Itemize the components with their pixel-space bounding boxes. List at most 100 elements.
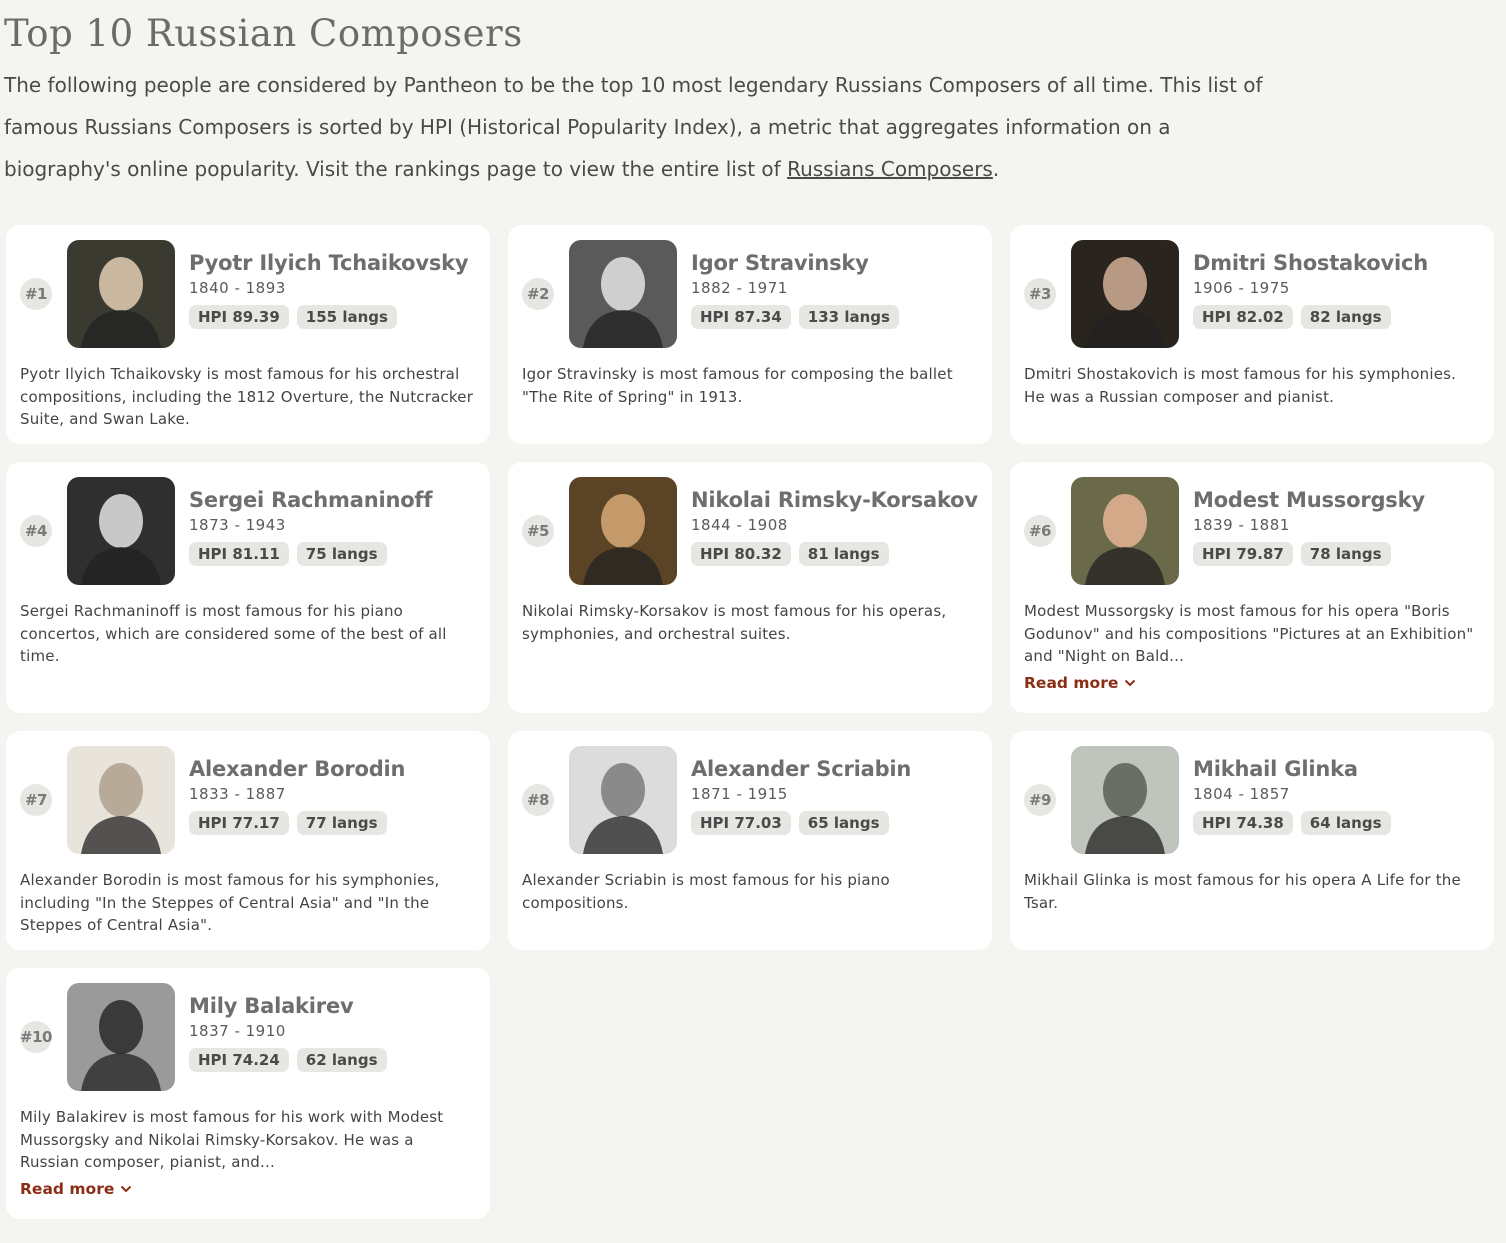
person-name[interactable]: Pyotr Ilyich Tchaikovsky bbox=[189, 250, 469, 276]
hpi-badge: HPI 77.17 bbox=[189, 811, 289, 835]
langs-badge: 133 langs bbox=[798, 305, 899, 329]
rank-badge: #10 bbox=[20, 1021, 52, 1053]
person-info: Nikolai Rimsky-Korsakov 1844 - 1908 HPI … bbox=[691, 477, 978, 566]
portrait-photo[interactable] bbox=[67, 477, 175, 585]
intro-text: The following people are considered by P… bbox=[4, 73, 1263, 181]
rankings-link[interactable]: Russians Composers bbox=[787, 157, 993, 181]
card-header: #10 Mily Balakirev 1837 - 1910 HPI 74.24… bbox=[20, 983, 476, 1091]
person-description: Pyotr Ilyich Tchaikovsky is most famous … bbox=[20, 365, 474, 428]
portrait-image bbox=[569, 477, 677, 585]
composer-card[interactable]: #9 Mikhail Glinka 1804 - 1857 HPI 74.38 … bbox=[1010, 731, 1494, 950]
portrait-photo[interactable] bbox=[1071, 477, 1179, 585]
person-name[interactable]: Alexander Scriabin bbox=[691, 756, 911, 782]
stat-badges: HPI 77.17 77 langs bbox=[189, 811, 405, 835]
life-years: 1837 - 1910 bbox=[189, 1022, 286, 1040]
langs-badge: 77 langs bbox=[296, 811, 387, 835]
person-name[interactable]: Sergei Rachmaninoff bbox=[189, 487, 433, 513]
composer-card[interactable]: #8 Alexander Scriabin 1871 - 1915 HPI 77… bbox=[508, 731, 992, 950]
stat-badges: HPI 81.11 75 langs bbox=[189, 542, 432, 566]
person-description: Mily Balakirev is most famous for his wo… bbox=[20, 1108, 444, 1171]
stat-badges: HPI 79.87 78 langs bbox=[1193, 542, 1425, 566]
person-name[interactable]: Mikhail Glinka bbox=[1193, 756, 1391, 782]
portrait-image bbox=[569, 746, 677, 854]
person-name[interactable]: Igor Stravinsky bbox=[691, 250, 899, 276]
portrait-image bbox=[1071, 746, 1179, 854]
rank-badge: #9 bbox=[1024, 784, 1056, 816]
portrait-photo[interactable] bbox=[569, 477, 677, 585]
hpi-badge: HPI 81.11 bbox=[189, 542, 289, 566]
langs-badge: 81 langs bbox=[798, 542, 889, 566]
stat-badges: HPI 87.34 133 langs bbox=[691, 305, 899, 329]
portrait-image bbox=[67, 477, 175, 585]
person-description: Modest Mussorgsky is most famous for his… bbox=[1024, 602, 1474, 665]
composer-card[interactable]: #6 Modest Mussorgsky 1839 - 1881 HPI 79.… bbox=[1010, 462, 1494, 713]
langs-badge: 62 langs bbox=[296, 1048, 387, 1072]
person-info: Dmitri Shostakovich 1906 - 1975 HPI 82.0… bbox=[1193, 240, 1428, 329]
portrait-photo[interactable] bbox=[569, 746, 677, 854]
person-description: Sergei Rachmaninoff is most famous for h… bbox=[20, 602, 447, 665]
composer-card[interactable]: #7 Alexander Borodin 1833 - 1887 HPI 77.… bbox=[6, 731, 490, 950]
hpi-badge: HPI 89.39 bbox=[189, 305, 289, 329]
rank-badge: #8 bbox=[522, 784, 554, 816]
langs-badge: 78 langs bbox=[1300, 542, 1391, 566]
person-name[interactable]: Modest Mussorgsky bbox=[1193, 487, 1425, 513]
portrait-image bbox=[1071, 240, 1179, 348]
rank-badge: #2 bbox=[522, 278, 554, 310]
portrait-photo[interactable] bbox=[1071, 240, 1179, 348]
person-description: Igor Stravinsky is most famous for compo… bbox=[522, 365, 953, 406]
intro-end: . bbox=[992, 157, 1000, 181]
read-more-button[interactable]: Read more bbox=[1024, 674, 1136, 692]
person-name[interactable]: Nikolai Rimsky-Korsakov bbox=[691, 487, 978, 513]
portrait-photo[interactable] bbox=[569, 240, 677, 348]
langs-badge: 75 langs bbox=[296, 542, 387, 566]
portrait-photo[interactable] bbox=[67, 746, 175, 854]
portrait-photo[interactable] bbox=[67, 983, 175, 1091]
hpi-badge: HPI 74.38 bbox=[1193, 811, 1293, 835]
hpi-badge: HPI 87.34 bbox=[691, 305, 791, 329]
person-info: Modest Mussorgsky 1839 - 1881 HPI 79.87 … bbox=[1193, 477, 1425, 566]
langs-badge: 64 langs bbox=[1300, 811, 1391, 835]
rank-badge: #1 bbox=[20, 278, 52, 310]
composer-card[interactable]: #2 Igor Stravinsky 1882 - 1971 HPI 87.34… bbox=[508, 225, 992, 444]
card-header: #2 Igor Stravinsky 1882 - 1971 HPI 87.34… bbox=[522, 240, 978, 348]
person-name[interactable]: Mily Balakirev bbox=[189, 993, 387, 1019]
life-years: 1840 - 1893 bbox=[189, 279, 286, 297]
card-header: #7 Alexander Borodin 1833 - 1887 HPI 77.… bbox=[20, 746, 476, 854]
page-title: Top 10 Russian Composers bbox=[4, 12, 523, 55]
person-description: Mikhail Glinka is most famous for his op… bbox=[1024, 871, 1461, 912]
portrait-image bbox=[569, 240, 677, 348]
page: Top 10 Russian Composers The following p… bbox=[0, 0, 1506, 1219]
stat-badges: HPI 82.02 82 langs bbox=[1193, 305, 1428, 329]
hpi-badge: HPI 80.32 bbox=[691, 542, 791, 566]
portrait-photo[interactable] bbox=[1071, 746, 1179, 854]
person-info: Alexander Borodin 1833 - 1887 HPI 77.17 … bbox=[189, 746, 406, 835]
person-description: Nikolai Rimsky-Korsakov is most famous f… bbox=[522, 602, 947, 643]
card-header: #6 Modest Mussorgsky 1839 - 1881 HPI 79.… bbox=[1024, 477, 1480, 585]
portrait-photo[interactable] bbox=[67, 240, 175, 348]
person-info: Igor Stravinsky 1882 - 1971 HPI 87.34 13… bbox=[691, 240, 899, 329]
read-more-button[interactable]: Read more bbox=[20, 1180, 132, 1198]
hpi-badge: HPI 79.87 bbox=[1193, 542, 1293, 566]
rank-badge: #6 bbox=[1024, 515, 1056, 547]
stat-badges: HPI 74.38 64 langs bbox=[1193, 811, 1391, 835]
composer-card[interactable]: #10 Mily Balakirev 1837 - 1910 HPI 74.24… bbox=[6, 968, 490, 1219]
person-description: Alexander Borodin is most famous for his… bbox=[20, 871, 440, 934]
person-name[interactable]: Alexander Borodin bbox=[189, 756, 406, 782]
portrait-image bbox=[67, 983, 175, 1091]
composer-card[interactable]: #5 Nikolai Rimsky-Korsakov 1844 - 1908 H… bbox=[508, 462, 992, 713]
person-description: Dmitri Shostakovich is most famous for h… bbox=[1024, 365, 1457, 406]
hpi-badge: HPI 82.02 bbox=[1193, 305, 1293, 329]
card-header: #1 Pyotr Ilyich Tchaikovsky 1840 - 1893 … bbox=[20, 240, 476, 348]
person-info: Mily Balakirev 1837 - 1910 HPI 74.24 62 … bbox=[189, 983, 387, 1072]
life-years: 1882 - 1971 bbox=[691, 279, 788, 297]
rank-badge: #7 bbox=[20, 784, 52, 816]
person-info: Alexander Scriabin 1871 - 1915 HPI 77.03… bbox=[691, 746, 911, 835]
person-description: Alexander Scriabin is most famous for hi… bbox=[522, 871, 890, 912]
card-header: #9 Mikhail Glinka 1804 - 1857 HPI 74.38 … bbox=[1024, 746, 1480, 854]
composer-card[interactable]: #3 Dmitri Shostakovich 1906 - 1975 HPI 8… bbox=[1010, 225, 1494, 444]
composer-card[interactable]: #1 Pyotr Ilyich Tchaikovsky 1840 - 1893 … bbox=[6, 225, 490, 444]
person-name[interactable]: Dmitri Shostakovich bbox=[1193, 250, 1428, 276]
composer-card[interactable]: #4 Sergei Rachmaninoff 1873 - 1943 HPI 8… bbox=[6, 462, 490, 713]
life-years: 1833 - 1887 bbox=[189, 785, 286, 803]
read-more-label: Read more bbox=[20, 1179, 115, 1198]
